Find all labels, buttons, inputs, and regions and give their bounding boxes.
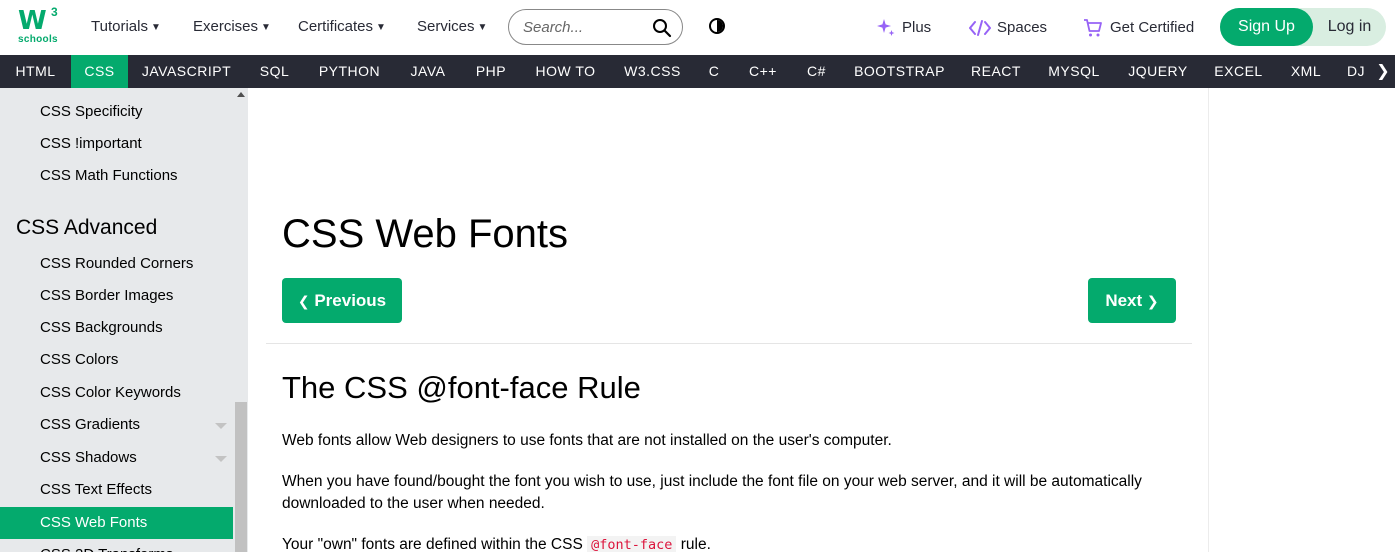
get-certified-label: Get Certified <box>1110 19 1195 36</box>
subject-tab-cpp[interactable]: C++ <box>733 55 793 88</box>
subject-tab-bootstrap[interactable]: BOOTSTRAP <box>840 55 959 88</box>
subject-tab-python[interactable]: PYTHON <box>304 55 395 88</box>
subject-tab-css[interactable]: CSS <box>71 55 128 88</box>
sidebar-item-css-2d-transforms[interactable]: CSS 2D Transforms <box>0 539 233 552</box>
menu-services[interactable]: Services ▼ <box>417 18 487 35</box>
subject-tab-react[interactable]: REACT <box>959 55 1033 88</box>
paragraph-own-fonts-text: Your "own" fonts are defined within the … <box>282 536 583 552</box>
get-certified-link[interactable]: Get Certified <box>1083 18 1198 38</box>
sidebar: CSS Specificity CSS !important CSS Math … <box>0 88 248 552</box>
sidebar-item-css-rounded-corners[interactable]: CSS Rounded Corners <box>0 248 233 280</box>
expand-caret-icon[interactable] <box>215 456 227 462</box>
subject-tab-sql[interactable]: SQL <box>245 55 304 88</box>
sidebar-item-css-border-images[interactable]: CSS Border Images <box>0 280 233 312</box>
divider <box>266 343 1192 344</box>
chevron-left-icon: ❮ <box>297 293 310 309</box>
right-column <box>1208 88 1395 552</box>
sidebar-item-css-gradients[interactable]: CSS Gradients <box>0 409 233 441</box>
subject-tab-xml[interactable]: XML <box>1276 55 1336 88</box>
subject-tab-excel[interactable]: EXCEL <box>1201 55 1276 88</box>
sidebar-heading-css-advanced: CSS Advanced <box>16 216 158 239</box>
previous-button[interactable]: ❮ Previous <box>282 278 402 323</box>
logo-schools-text: schools <box>18 34 58 45</box>
subject-tab-html[interactable]: HTML <box>0 55 71 88</box>
auth-buttons: Sign Up Log in <box>1220 8 1386 46</box>
caret-down-icon: ▼ <box>376 22 386 33</box>
logo-sup: 3 <box>51 5 58 19</box>
menu-certificates-label: Certificates <box>298 18 374 35</box>
caret-down-icon: ▼ <box>150 22 161 33</box>
paragraph-own-fonts: Your "own" fonts are defined within the … <box>282 534 1172 552</box>
top-header: W 3 schools Tutorials ▼ Exercises ▼ Certif… <box>0 0 1395 55</box>
menu-tutorials-label: Tutorials <box>91 18 148 35</box>
plus-link[interactable]: Plus <box>876 18 936 38</box>
page-title: CSS Web Fonts <box>282 212 569 256</box>
subject-tab-mysql[interactable]: MYSQL <box>1033 55 1115 88</box>
subject-tab-django[interactable]: DJ <box>1336 55 1376 88</box>
sidebar-item-css-text-effects[interactable]: CSS Text Effects <box>0 474 233 506</box>
menu-exercises-label: Exercises <box>193 18 259 35</box>
section-title: The CSS @font-face Rule <box>282 370 641 405</box>
subject-tab-java[interactable]: JAVA <box>395 55 461 88</box>
cart-icon <box>1084 19 1102 37</box>
subject-tab-jquery[interactable]: JQUERY <box>1115 55 1201 88</box>
sidebar-item-css-math-functions[interactable]: CSS Math Functions <box>0 160 233 192</box>
scroll-right-chevron-icon[interactable]: ❯ <box>1371 55 1395 88</box>
sidebar-item-css-colors[interactable]: CSS Colors <box>0 344 233 376</box>
sparkle-icon <box>877 19 895 36</box>
caret-down-icon: ▼ <box>261 22 271 33</box>
scroll-up-arrow-icon[interactable] <box>237 92 245 97</box>
previous-label: Previous <box>314 291 387 310</box>
code-icon <box>969 20 991 36</box>
code-font-face: @font-face <box>587 536 677 552</box>
next-label: Next <box>1105 291 1143 310</box>
subject-tab-javascript[interactable]: JAVASCRIPT <box>128 55 245 88</box>
sign-up-button[interactable]: Sign Up <box>1220 8 1313 46</box>
log-in-button[interactable]: Log in <box>1313 8 1386 46</box>
search-box <box>508 9 683 45</box>
menu-exercises[interactable]: Exercises ▼ <box>193 18 271 35</box>
w3schools-logo[interactable]: W 3 schools <box>18 5 60 48</box>
chevron-right-icon: ❯ <box>1146 293 1159 309</box>
subject-tab-csharp[interactable]: C# <box>793 55 840 88</box>
sidebar-scroll-thumb[interactable] <box>235 402 247 552</box>
dark-mode-toggle-icon[interactable] <box>709 18 725 34</box>
caret-down-icon: ▼ <box>477 22 488 33</box>
subject-tab-php[interactable]: PHP <box>461 55 521 88</box>
menu-services-label: Services <box>417 18 475 35</box>
spaces-label: Spaces <box>997 19 1048 36</box>
search-input[interactable] <box>523 17 653 37</box>
sidebar-item-css-backgrounds[interactable]: CSS Backgrounds <box>0 312 233 344</box>
menu-tutorials[interactable]: Tutorials ▼ <box>91 18 161 35</box>
plus-label: Plus <box>902 19 932 36</box>
next-button[interactable]: Next ❯ <box>1088 278 1176 323</box>
subject-tab-w3css[interactable]: W3.CSS <box>610 55 695 88</box>
subject-tab-c[interactable]: C <box>695 55 733 88</box>
paragraph-own-fonts-end: rule. <box>680 536 711 552</box>
spaces-link[interactable]: Spaces <box>969 18 1049 38</box>
sidebar-item-css-specificity[interactable]: CSS Specificity <box>0 96 233 128</box>
sidebar-item-css-color-keywords[interactable]: CSS Color Keywords <box>0 377 233 409</box>
sidebar-item-css-important[interactable]: CSS !important <box>0 128 233 160</box>
expand-caret-icon[interactable] <box>215 423 227 429</box>
subject-tab-how-to[interactable]: HOW TO <box>521 55 610 88</box>
menu-certificates[interactable]: Certificates ▼ <box>298 18 386 35</box>
search-icon[interactable] <box>652 18 672 38</box>
paragraph-intro: Web fonts allow Web designers to use fon… <box>282 432 892 449</box>
sidebar-item-css-web-fonts[interactable]: CSS Web Fonts <box>0 507 233 539</box>
subject-nav-bar: HTML CSS JAVASCRIPT SQL PYTHON JAVA PHP … <box>0 55 1395 88</box>
sidebar-item-css-shadows[interactable]: CSS Shadows <box>0 442 233 474</box>
logo-text: W <box>18 6 47 36</box>
paragraph-font-file: When you have found/bought the font you … <box>282 473 1142 512</box>
